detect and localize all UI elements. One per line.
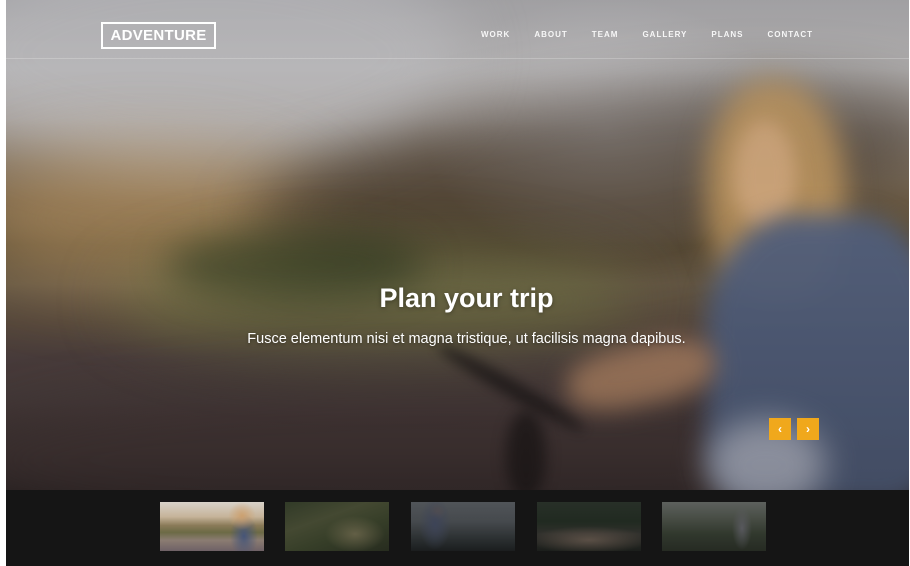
- slide-thumbnail-3[interactable]: [411, 502, 515, 551]
- nav-item-work[interactable]: WORK: [481, 30, 510, 39]
- hero-title: Plan your trip: [379, 283, 554, 313]
- chevron-left-icon: ‹: [778, 422, 782, 436]
- thumbnail-strip: [6, 490, 909, 566]
- chevron-right-icon: ›: [806, 422, 810, 436]
- nav-item-contact[interactable]: CONTACT: [768, 30, 814, 39]
- slide-thumbnail-4[interactable]: [537, 502, 641, 551]
- slider-next-button[interactable]: ›: [797, 418, 819, 440]
- main-menu: WORK ABOUT TEAM GALLERY PLANS CONTACT: [481, 30, 837, 39]
- slide-thumbnail-1[interactable]: [160, 502, 264, 551]
- hero-overlay: [6, 0, 909, 490]
- nav-item-about[interactable]: ABOUT: [534, 30, 567, 39]
- nav-item-plans[interactable]: PLANS: [711, 30, 743, 39]
- brand-logo[interactable]: ADVENTURE: [101, 22, 216, 49]
- slider-prev-button[interactable]: ‹: [769, 418, 791, 440]
- slide-thumbnail-2[interactable]: [285, 502, 389, 551]
- top-navbar: ADVENTURE WORK ABOUT TEAM GALLERY PLANS …: [6, 0, 909, 59]
- slide-thumbnail-5[interactable]: [662, 502, 766, 551]
- nav-item-gallery[interactable]: GALLERY: [642, 30, 687, 39]
- hero-slide: ADVENTURE WORK ABOUT TEAM GALLERY PLANS …: [6, 0, 909, 490]
- nav-item-team[interactable]: TEAM: [592, 30, 619, 39]
- page-frame: ADVENTURE WORK ABOUT TEAM GALLERY PLANS …: [6, 0, 909, 566]
- hero-subtitle: Fusce elementum nisi et magna tristique,…: [247, 331, 686, 347]
